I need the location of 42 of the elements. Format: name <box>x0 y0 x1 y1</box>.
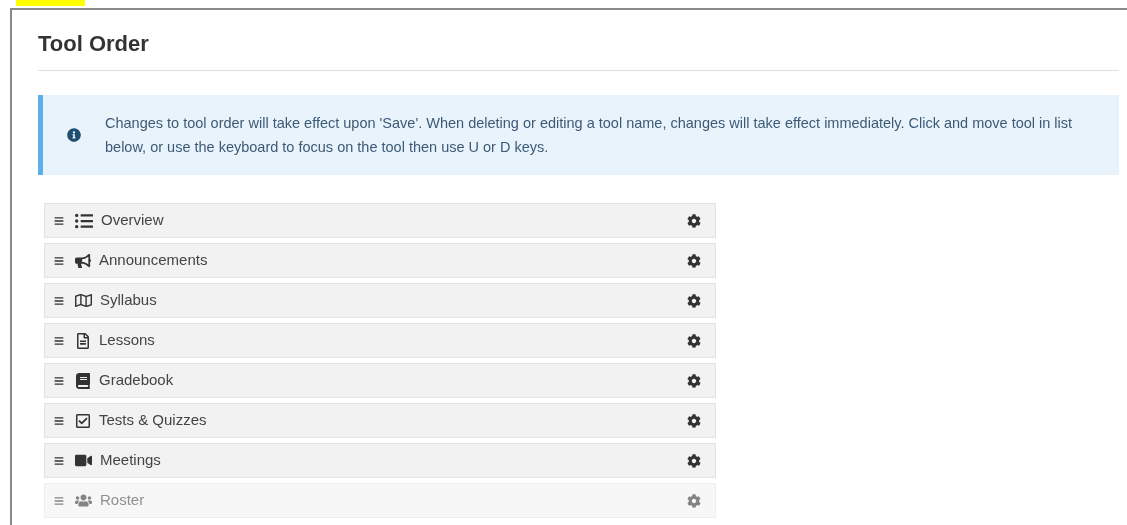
page-title: Tool Order <box>38 30 149 58</box>
settings-icon[interactable] <box>687 373 701 388</box>
megaphone-icon <box>75 252 91 269</box>
document-icon <box>75 332 91 349</box>
tool-name: Meetings <box>100 450 161 471</box>
drag-handle-icon[interactable] <box>54 335 64 346</box>
notice-text: Changes to tool order will take effect upon 'Save'. When deleting or editing a tool name, changes will take effect immediately. Click and move tool in list below, or use the keyboard to focus on the tool then use U or D keys. <box>105 114 1074 157</box>
settings-icon[interactable] <box>687 453 701 468</box>
tool-row[interactable]: Lessons <box>44 323 716 358</box>
drag-handle-icon[interactable] <box>54 415 64 426</box>
tool-name: Tests & Quizzes <box>99 410 207 431</box>
tool-row[interactable]: Gradebook <box>44 363 716 398</box>
book-icon <box>75 372 91 389</box>
people-icon <box>75 492 92 509</box>
drag-handle-icon[interactable] <box>54 215 64 226</box>
drag-handle-icon[interactable] <box>54 375 64 386</box>
drag-handle-icon[interactable] <box>54 455 64 466</box>
drag-handle-icon[interactable] <box>54 495 64 506</box>
list-icon <box>75 211 93 230</box>
settings-icon[interactable] <box>687 293 701 308</box>
video-camera-icon <box>75 452 92 469</box>
map-icon <box>75 292 92 309</box>
drag-handle-icon[interactable] <box>54 255 64 266</box>
tool-row[interactable]: Announcements <box>44 243 716 278</box>
info-icon <box>67 128 81 142</box>
tool-name: Announcements <box>99 250 208 271</box>
tool-name: Lessons <box>99 330 155 351</box>
settings-icon[interactable] <box>687 253 701 268</box>
settings-icon[interactable] <box>687 413 701 428</box>
drag-handle-icon[interactable] <box>54 295 64 306</box>
tool-name: Gradebook <box>99 370 174 391</box>
settings-icon[interactable] <box>687 213 701 228</box>
highlight-mark <box>16 0 85 6</box>
settings-icon[interactable] <box>687 333 701 348</box>
tool-name: Syllabus <box>100 290 157 311</box>
tool-row[interactable]: Syllabus <box>44 283 716 318</box>
tool-row[interactable]: Meetings <box>44 443 716 478</box>
checkbox-icon <box>75 412 91 429</box>
tool-name: Roster <box>100 490 145 511</box>
tool-row[interactable]: Overview <box>44 203 716 238</box>
tool-row[interactable]: Tests & Quizzes <box>44 403 716 438</box>
tool-name: Overview <box>101 210 164 231</box>
